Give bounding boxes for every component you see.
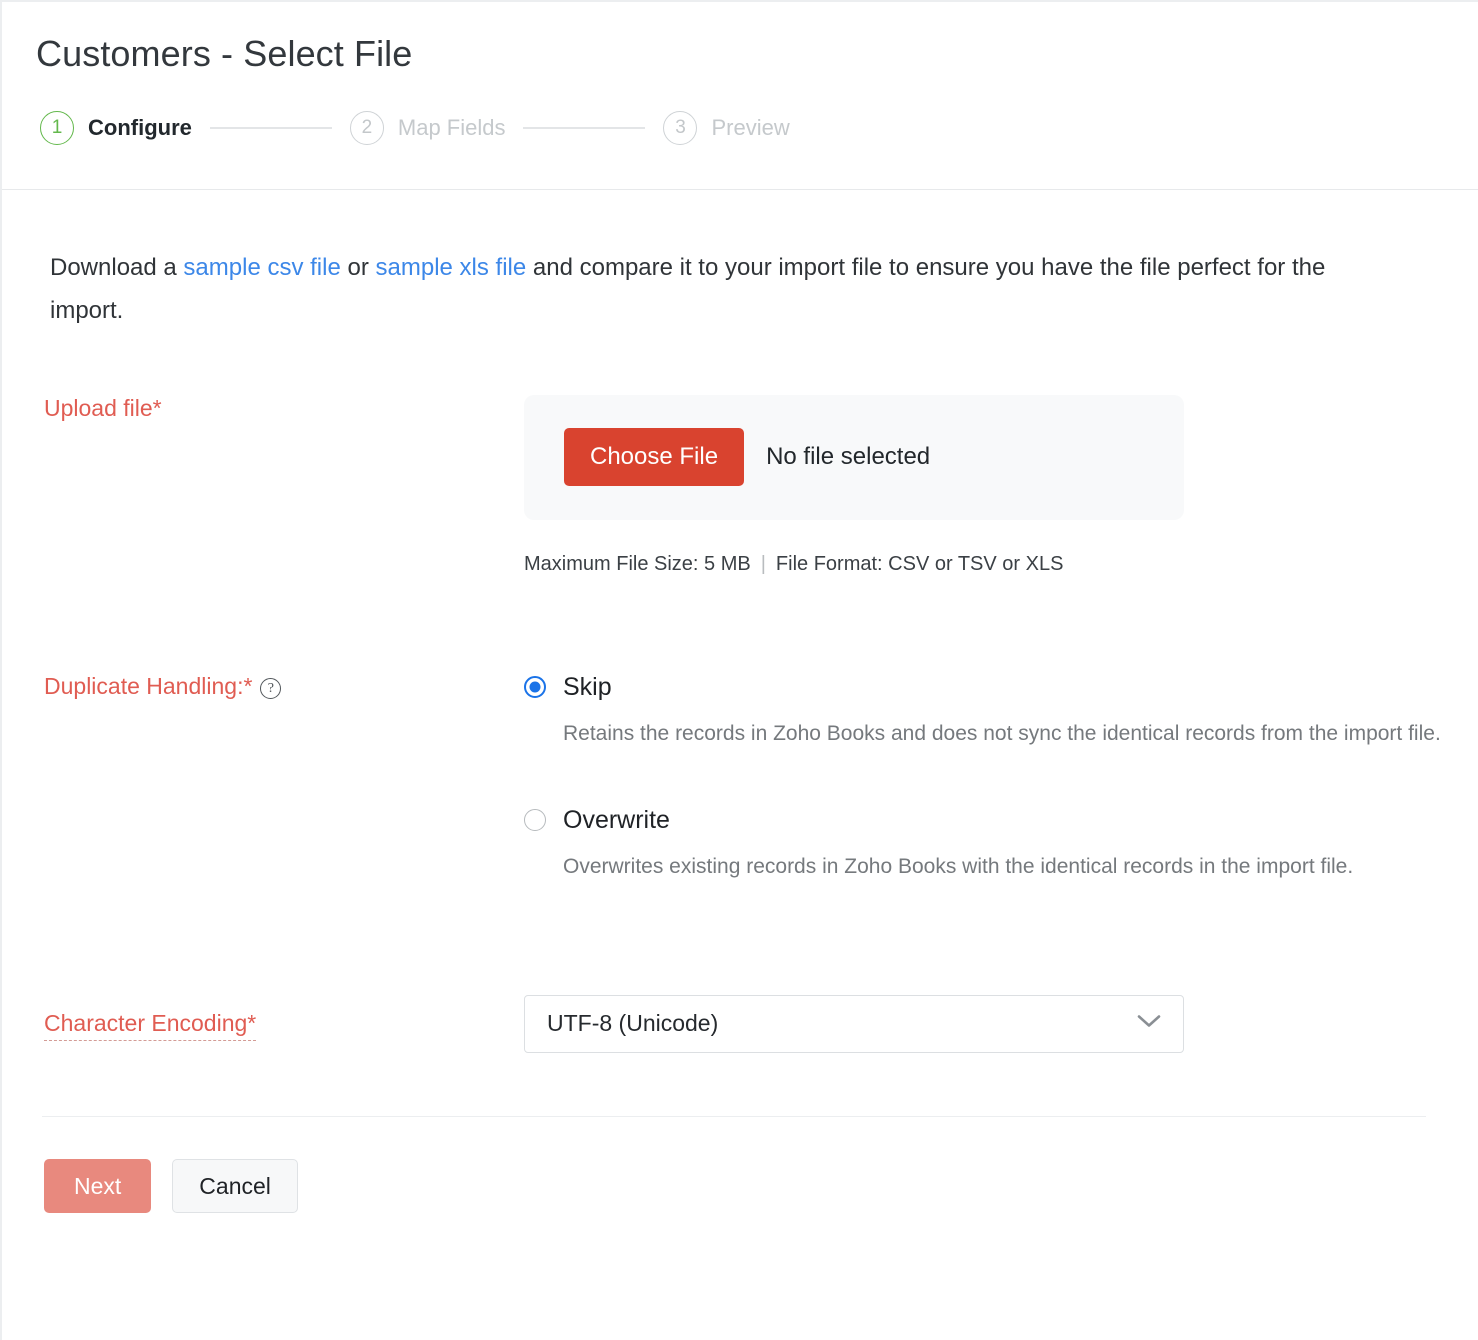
radio-skip-description: Retains the records in Zoho Books and do…	[563, 721, 1441, 745]
file-status-text: No file selected	[766, 443, 931, 471]
step-preview[interactable]: 3 Preview	[663, 111, 790, 146]
intro-text-before: Download a	[50, 254, 184, 282]
hint-separator: |	[760, 552, 766, 575]
step-1-number: 1	[40, 111, 74, 146]
sample-csv-link[interactable]: sample csv file	[183, 254, 340, 281]
step-3-number: 3	[663, 111, 698, 146]
upload-file-label-wrap: Upload file*	[44, 395, 524, 422]
character-encoding-value: UTF-8 (Unicode)	[547, 1010, 719, 1037]
character-encoding-label-wrap: Character Encoding*	[44, 1006, 524, 1042]
step-configure[interactable]: 1 Configure	[40, 111, 192, 146]
duplicate-handling-label: Duplicate Handling:*	[44, 672, 253, 699]
step-connector-2	[523, 127, 646, 129]
radio-skip-input[interactable]	[524, 676, 546, 699]
upload-file-row: Upload file* Choose File No file selecte…	[2, 394, 1478, 576]
step-map-fields[interactable]: 2 Map Fields	[349, 111, 506, 146]
question-mark-icon[interactable]: ?	[260, 678, 282, 700]
character-encoding-field: UTF-8 (Unicode)	[524, 994, 1478, 1053]
duplicate-handling-row: Duplicate Handling:*? Skip Retains the r…	[2, 673, 1478, 885]
form-content: Download a sample csv file or sample xls…	[2, 247, 1478, 1214]
sample-xls-link[interactable]: sample xls file	[376, 254, 527, 281]
intro-text-between: or	[340, 254, 376, 282]
character-encoding-select-wrap: UTF-8 (Unicode)	[524, 994, 1184, 1053]
step-connector-1	[209, 127, 332, 129]
step-2-label: Map Fields	[397, 115, 506, 141]
upload-dropzone[interactable]: Choose File No file selected	[524, 394, 1184, 520]
step-1-label: Configure	[88, 115, 192, 141]
radio-overwrite-input[interactable]	[524, 809, 546, 832]
page-title: Customers - Select File	[36, 33, 413, 74]
max-file-size-text: Maximum File Size: 5 MB	[524, 552, 751, 575]
duplicate-handling-field: Skip Retains the records in Zoho Books a…	[524, 673, 1478, 885]
duplicate-handling-label-wrap: Duplicate Handling:*?	[44, 673, 524, 700]
radio-option-overwrite[interactable]: Overwrite Overwrites existing records in…	[524, 806, 1478, 885]
file-format-text: File Format: CSV or TSV or XLS	[775, 552, 1064, 575]
radio-overwrite-label: Overwrite	[563, 805, 670, 834]
page-header: Customers - Select File 1 Configure 2 Ma…	[2, 2, 1478, 191]
radio-option-skip[interactable]: Skip Retains the records in Zoho Books a…	[524, 673, 1478, 752]
radio-line-skip[interactable]: Skip	[524, 673, 1478, 702]
character-encoding-select[interactable]: UTF-8 (Unicode)	[524, 994, 1184, 1053]
next-button[interactable]: Next	[44, 1158, 152, 1214]
upload-file-label: Upload file*	[44, 394, 162, 421]
intro-text: Download a sample csv file or sample xls…	[50, 247, 1400, 332]
step-3-label: Preview	[711, 115, 790, 141]
upload-file-field: Choose File No file selected Maximum Fil…	[524, 394, 1478, 576]
import-stepper: 1 Configure 2 Map Fields 3 Preview	[40, 111, 1478, 189]
step-2-number: 2	[349, 111, 384, 146]
radio-line-overwrite[interactable]: Overwrite	[524, 806, 1478, 835]
cancel-button[interactable]: Cancel	[172, 1158, 298, 1214]
radio-overwrite-description: Overwrites existing records in Zoho Book…	[563, 854, 1354, 878]
radio-spacer	[524, 752, 1478, 806]
radio-skip-label: Skip	[563, 672, 612, 701]
character-encoding-label: Character Encoding*	[44, 1006, 257, 1042]
page-frame: Customers - Select File 1 Configure 2 Ma…	[0, 0, 1478, 1340]
character-encoding-row: Character Encoding* UTF-8 (Unicode)	[2, 994, 1478, 1053]
choose-file-button[interactable]: Choose File	[564, 428, 745, 487]
upload-hint: Maximum File Size: 5 MB | File Format: CSV…	[524, 553, 1478, 576]
form-footer: Next Cancel	[2, 1117, 1478, 1214]
